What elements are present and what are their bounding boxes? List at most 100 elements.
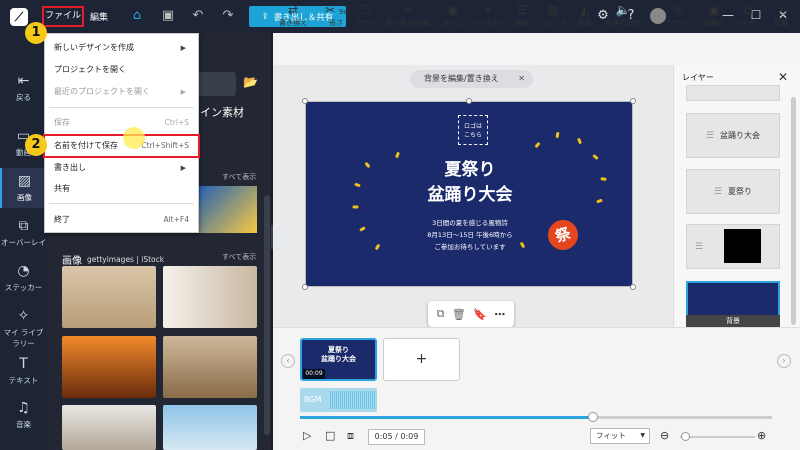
menu-file[interactable]: ファイル [42, 6, 84, 27]
design-canvas[interactable]: ロゴは こちら 夏祭り 盆踊り大会 3日間の夏を感じる風物詩 8月13日～15日… [305, 101, 633, 287]
timeline-next-icon[interactable]: › [777, 354, 791, 368]
add-clip-button[interactable]: + [383, 338, 460, 381]
nav-text[interactable]: T テキスト [0, 351, 47, 391]
image-thumbnail[interactable] [163, 405, 257, 450]
images-heading-label: 画像 [62, 256, 82, 267]
menu-item-new-design[interactable]: 新しいデザインを作成 ▶ [45, 38, 198, 58]
tool-info[interactable]: ⓘ 情報 [763, 2, 799, 28]
layer-item[interactable]: ☰ 夏祭り [686, 169, 780, 214]
nav-back[interactable]: ⇤ 戻る [0, 68, 47, 108]
tool-layers-label: レイヤー [734, 19, 762, 27]
resize-handle[interactable] [302, 284, 308, 290]
layer-shape-preview [724, 229, 761, 263]
chevron-down-icon: ▼ [640, 432, 645, 439]
tool-color[interactable]: ☐ カラー [348, 2, 384, 28]
image-thumbnail[interactable] [163, 336, 257, 398]
images-show-all-link[interactable]: すべて表示 [222, 252, 256, 262]
zoom-slider-track[interactable] [680, 436, 755, 438]
template-show-all-link[interactable]: すべて表示 [222, 172, 256, 182]
close-icon[interactable]: ✕ [518, 70, 525, 88]
info-icon: ⓘ [774, 3, 787, 17]
tool-layers[interactable]: ⧉ レイヤー [730, 2, 766, 28]
resize-handle[interactable] [630, 98, 636, 104]
drag-handle-icon[interactable]: ☰ [714, 187, 722, 197]
duplicate-icon[interactable]: ⧉ [437, 307, 445, 321]
bgm-track[interactable]: BGM [300, 388, 377, 412]
nav-sticker[interactable]: ◔ ステッカー [0, 258, 47, 298]
resize-handle[interactable] [466, 98, 472, 104]
overlay-icon: ⧉ [18, 218, 29, 234]
firework-spark [555, 131, 560, 139]
image-thumbnail[interactable] [62, 336, 156, 398]
banner-desc-line1[interactable]: 3日間の夏を感じる風物詩 [306, 217, 632, 227]
tool-filter[interactable]: ⚘ フィルター [470, 2, 506, 28]
home-icon[interactable]: ⌂ [129, 8, 145, 24]
tool-flip[interactable]: ◭ 反転 [567, 2, 603, 28]
drag-handle-icon[interactable]: ☰ [695, 242, 703, 252]
undo-icon[interactable]: ↶ [190, 8, 206, 24]
nav-library[interactable]: ✧ マイ ライブラリー [0, 303, 47, 348]
sticker-icon: ◔ [17, 263, 30, 279]
left-panel-scrollbar[interactable] [264, 195, 270, 435]
playback-progress-knob[interactable] [587, 412, 598, 422]
edit-background-button[interactable]: 背景を編集/置き換え ✕ [410, 70, 533, 88]
nav-music[interactable]: ♫ 音楽 [0, 395, 47, 435]
tool-crop-rotate[interactable]: ⌗ 切り抜き/回転 [383, 2, 433, 28]
banner-desc-line2[interactable]: 8月13日～15日 午後6時から [306, 229, 632, 239]
tool-audio-settings[interactable]: 🔈 音声の設定 [600, 2, 646, 28]
time-display: 0:05 / 0:09 [368, 429, 425, 445]
banner-desc-line3[interactable]: ご参加お待ちしています [306, 241, 632, 251]
images-heading: 画像 gettyimages | iStock [62, 252, 164, 267]
tool-palette[interactable]: ▥ パレット [535, 2, 571, 28]
menu-item-open-project-label: プロジェクトを開く [54, 65, 126, 74]
redo-icon[interactable]: ↷ [220, 8, 236, 24]
layer-panel-scrollbar[interactable] [791, 97, 796, 325]
menu-item-share[interactable]: 共有 [45, 179, 198, 199]
app-logo-icon[interactable]: ⟋ [10, 7, 28, 26]
zoom-in-icon[interactable]: ⊕ [757, 429, 766, 442]
drag-handle-icon[interactable]: ☰ [706, 131, 714, 141]
close-icon[interactable]: ✕ [778, 70, 788, 84]
save-disk-icon[interactable]: ▣ [160, 8, 176, 24]
menu-separator [49, 107, 194, 108]
menu-edit[interactable]: 編集 [90, 10, 108, 23]
tool-blur[interactable]: ◉ ぼかし [435, 2, 471, 28]
zoom-out-icon[interactable]: ⊖ [660, 429, 669, 442]
resize-handle[interactable] [302, 98, 308, 104]
folder-icon[interactable]: 📂 [243, 75, 258, 89]
tool-crop-rotate-label: 切り抜き/回転 [385, 19, 431, 27]
layer-item-label: 盆踊り大会 [720, 131, 761, 140]
menu-item-quit[interactable]: 終了 Alt+F4 [45, 210, 198, 230]
zoom-fit-select[interactable]: フィット ▼ [590, 428, 650, 444]
tool-brand[interactable]: Ⓑ ブランド [660, 2, 696, 28]
play-icon[interactable]: ▷ [303, 429, 311, 442]
timeline-prev-icon[interactable]: ‹ [281, 354, 295, 368]
logo-placeholder-line2: こちら [463, 132, 482, 139]
image-thumbnail[interactable] [62, 405, 156, 450]
menu-item-open-project[interactable]: プロジェクトを開く [45, 60, 198, 80]
tool-replace[interactable]: ⇄ 置き換え [275, 2, 311, 28]
layer-item[interactable]: ☰ 盆踊り大会 [686, 113, 780, 158]
nav-image[interactable]: ▨ 画像 [0, 168, 47, 208]
nav-overlay[interactable]: ⧉ オーバーレイ [0, 213, 47, 253]
more-icon[interactable]: ⋯ [494, 308, 505, 321]
tool-aspect-ratio[interactable]: ▣ 縦横比 [696, 2, 732, 28]
trash-icon[interactable]: 🗑 [452, 308, 466, 321]
resize-handle[interactable] [630, 284, 636, 290]
fullscreen-icon[interactable]: ⧈ [347, 429, 354, 443]
menu-item-save-as[interactable]: 名前を付けて保存 Ctrl+Shift+S [43, 134, 200, 158]
zoom-slider-knob[interactable] [681, 432, 690, 441]
image-thumbnail[interactable] [62, 266, 156, 328]
template-thumbnail[interactable] [196, 186, 257, 233]
layer-item[interactable] [686, 85, 780, 101]
menu-item-new-design-label: 新しいデザインを作成 [54, 43, 134, 52]
back-icon: ⇤ [17, 73, 30, 89]
banner-title-line1[interactable]: 夏祭り [306, 155, 632, 180]
logo-placeholder[interactable]: ロゴは こちら [458, 115, 488, 145]
image-thumbnail[interactable] [163, 266, 257, 328]
menu-item-export[interactable]: 書き出し ▶ [45, 158, 198, 178]
menu-item-recent-projects-label: 最近のプロジェクトを開く [54, 87, 150, 96]
bookmark-icon[interactable]: 🔖 [473, 308, 487, 321]
stop-icon[interactable]: □ [325, 429, 335, 442]
menu-item-quit-shortcut: Alt+F4 [163, 215, 189, 224]
